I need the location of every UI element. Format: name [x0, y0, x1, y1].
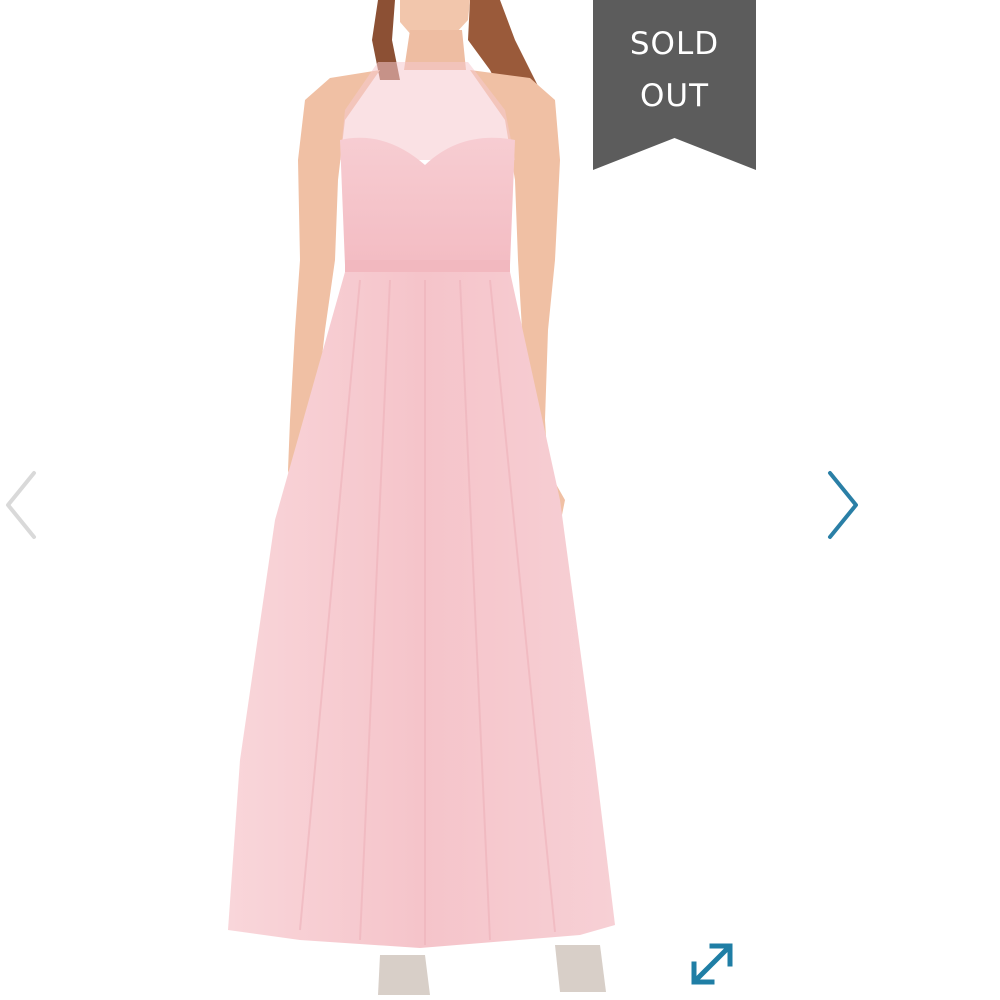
dress-skirt [228, 272, 615, 948]
chevron-right-icon [828, 471, 858, 539]
expand-arrows-icon [691, 943, 733, 985]
previous-image-button[interactable] [0, 465, 50, 545]
expand-image-button[interactable] [686, 938, 738, 990]
right-shoe [555, 945, 606, 992]
sold-out-line2: OUT [639, 78, 710, 114]
chevron-left-icon [6, 471, 36, 539]
left-shoe [378, 955, 430, 995]
dress-waistband [345, 260, 510, 274]
next-image-button[interactable] [818, 465, 868, 545]
sold-out-line1: SOLD [629, 26, 720, 62]
sold-out-badge: SOLD OUT [593, 0, 756, 170]
product-image-viewer: SOLD OUT [0, 0, 1000, 1000]
sold-out-label: SOLD OUT [593, 18, 756, 122]
